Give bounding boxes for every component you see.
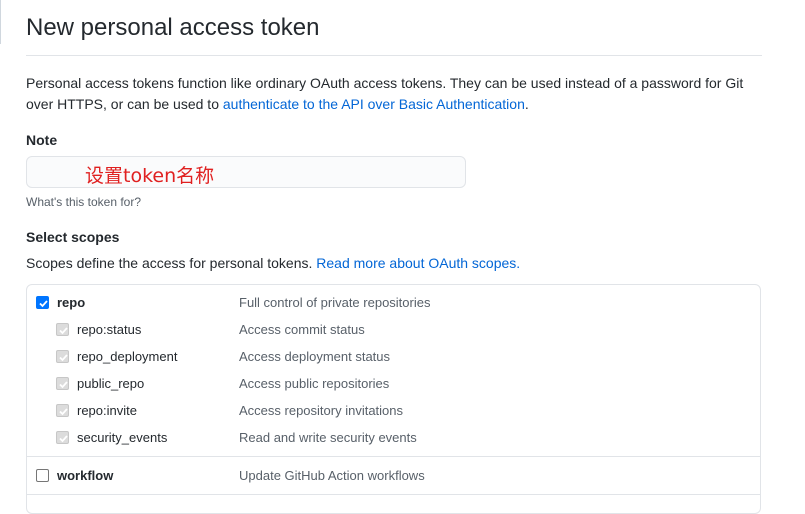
scopes-description: Scopes define the access for personal to… bbox=[26, 255, 520, 271]
scope-desc: Access commit status bbox=[239, 322, 365, 337]
title-divider bbox=[26, 55, 762, 56]
scope-row-repo-status: repo:status Access commit status bbox=[27, 320, 760, 340]
scope-desc: Access repository invitations bbox=[239, 403, 404, 418]
scope-row-repo-invite: repo:invite Access repository invitation… bbox=[27, 401, 760, 421]
scope-name: repo_deployment bbox=[77, 349, 178, 364]
scope-row-workflow: workflow Update GitHub Action workflows bbox=[27, 466, 760, 486]
repo-checkbox[interactable] bbox=[36, 296, 49, 309]
note-hint: What's this token for? bbox=[26, 195, 142, 209]
scope-name: security_events bbox=[77, 430, 168, 445]
check-icon bbox=[59, 408, 68, 416]
scope-desc: Full control of private repositories bbox=[239, 295, 431, 310]
check-icon bbox=[59, 381, 68, 389]
check-icon bbox=[59, 327, 68, 335]
scope-name: repo:invite bbox=[77, 403, 137, 418]
repo-deployment-checkbox[interactable] bbox=[56, 350, 69, 363]
scope-divider bbox=[27, 456, 760, 457]
note-label: Note bbox=[26, 132, 58, 148]
basic-auth-link[interactable]: authenticate to the API over Basic Authe… bbox=[223, 96, 525, 112]
public-repo-checkbox[interactable] bbox=[56, 377, 69, 390]
scope-divider bbox=[27, 494, 760, 495]
left-edge-border bbox=[0, 0, 1, 44]
scope-desc: Access public repositories bbox=[239, 376, 390, 391]
scope-desc: Read and write security events bbox=[239, 430, 417, 445]
scope-name: repo:status bbox=[77, 322, 142, 337]
repo-status-checkbox[interactable] bbox=[56, 323, 69, 336]
check-icon bbox=[59, 435, 68, 443]
check-icon bbox=[59, 354, 68, 362]
check-icon bbox=[39, 300, 48, 308]
intro-end: . bbox=[524, 96, 529, 112]
note-annotation: 设置token名称 bbox=[85, 165, 215, 187]
scope-name: workflow bbox=[57, 468, 114, 483]
scope-name: public_repo bbox=[77, 376, 145, 391]
scopes-desc-text: Scopes define the access for personal to… bbox=[26, 255, 317, 271]
scope-desc: Access deployment status bbox=[239, 349, 391, 364]
scope-row-public-repo: public_repo Access public repositories bbox=[27, 374, 760, 394]
scope-row-repo: repo Full control of private repositorie… bbox=[27, 293, 760, 313]
scope-row-repo-deployment: repo_deployment Access deployment status bbox=[27, 347, 760, 367]
scope-name: repo bbox=[57, 295, 86, 310]
scope-desc: Update GitHub Action workflows bbox=[239, 468, 425, 483]
security-events-checkbox[interactable] bbox=[56, 431, 69, 444]
scope-list: repo Full control of private repositorie… bbox=[26, 284, 761, 514]
oauth-scopes-link[interactable]: Read more about OAuth scopes. bbox=[316, 255, 520, 271]
select-scopes-label: Select scopes bbox=[26, 229, 120, 245]
intro-paragraph: Personal access tokens function like ord… bbox=[26, 73, 771, 115]
scope-row-security-events: security_events Read and write security … bbox=[27, 428, 760, 448]
page-title: New personal access token bbox=[26, 14, 320, 41]
workflow-checkbox[interactable] bbox=[36, 469, 49, 482]
repo-invite-checkbox[interactable] bbox=[56, 404, 69, 417]
